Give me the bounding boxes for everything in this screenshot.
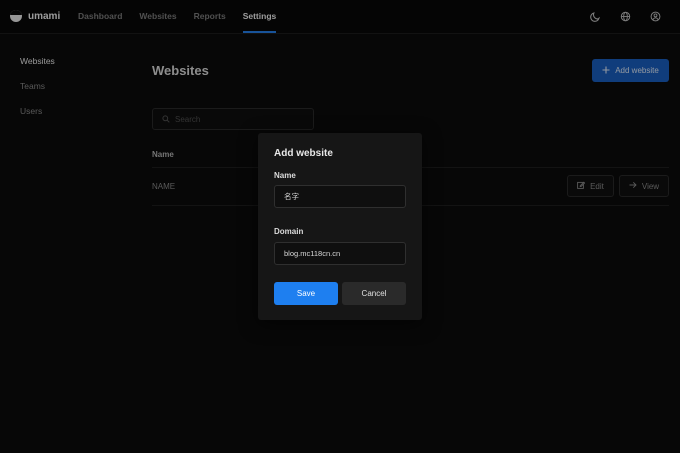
domain-input[interactable]: [275, 243, 405, 264]
name-label: Name: [274, 171, 296, 180]
cancel-button[interactable]: Cancel: [342, 282, 406, 305]
name-field-box: [274, 185, 406, 208]
domain-field-box: [274, 242, 406, 265]
modal-title: Add website: [274, 148, 333, 159]
add-website-modal: Add website Name Domain Save Cancel: [258, 133, 422, 320]
name-input[interactable]: [275, 186, 405, 207]
save-button[interactable]: Save: [274, 282, 338, 305]
domain-label: Domain: [274, 227, 304, 236]
